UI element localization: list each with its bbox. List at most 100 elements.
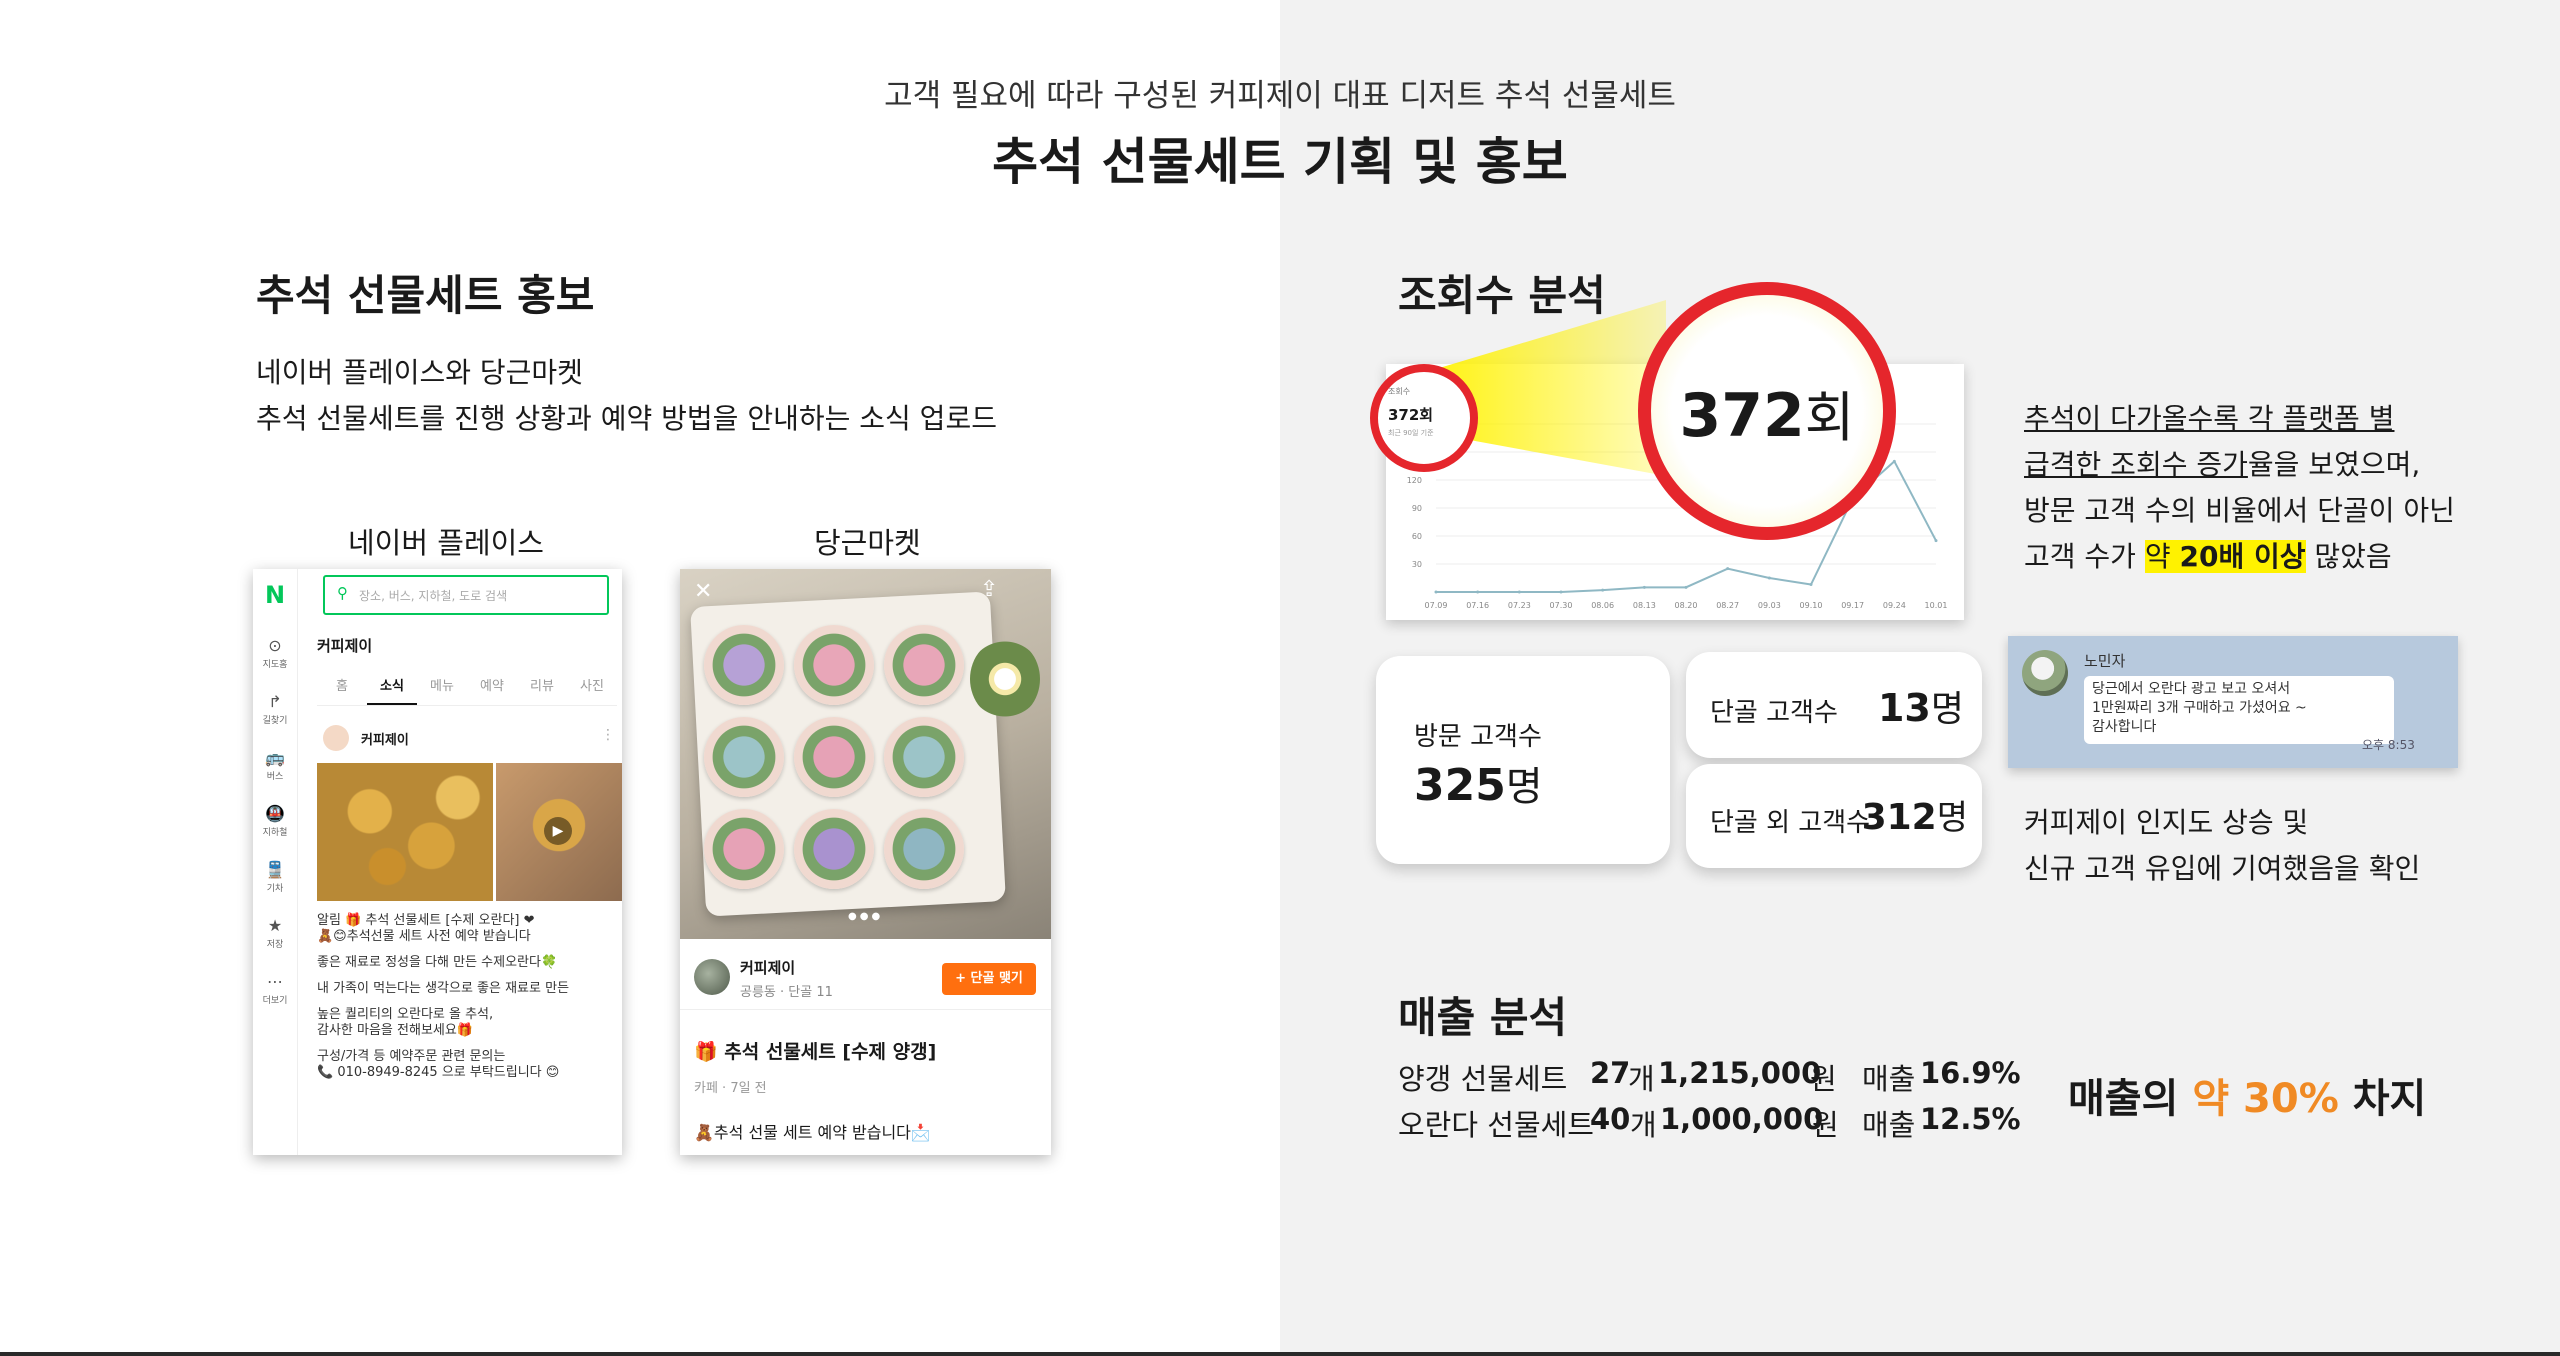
sales-ratio: 16.9% bbox=[1920, 1056, 2021, 1090]
naver-side-item[interactable]: ⊙ 지도홈 bbox=[253, 635, 297, 691]
bottom-border bbox=[0, 1352, 2560, 1356]
close-icon[interactable]: ✕ bbox=[694, 579, 712, 604]
sales-qty-unit: 개 bbox=[1630, 1108, 1657, 1142]
yanggaeng-piece bbox=[794, 809, 874, 889]
more-icon[interactable]: ⋮ bbox=[601, 727, 615, 743]
x-tick-label: 08.13 bbox=[1633, 601, 1656, 610]
confirm-line1: 커피제이 인지도 상승 및 bbox=[2024, 806, 2309, 839]
bus-icon: 🚌 bbox=[265, 748, 285, 767]
mini-views-label: 조회수 bbox=[1388, 387, 1411, 396]
carousel-dots[interactable]: ●●● bbox=[848, 911, 883, 922]
regular-customers-card: 단골 고객수 13명 bbox=[1686, 652, 1982, 758]
sales-ratio-label: 매출 bbox=[1862, 1108, 1916, 1142]
naver-tab[interactable]: 메뉴 bbox=[417, 675, 467, 703]
naver-side-item[interactable]: 🚌 버스 bbox=[253, 747, 297, 803]
naver-search-input[interactable]: 장소, 버스, 지하철, 도로 검색 bbox=[359, 587, 507, 604]
naver-post-line: 높은 퀄리티의 오란다로 올 추석, bbox=[317, 1007, 494, 1022]
play-icon[interactable]: ▶ bbox=[544, 817, 572, 845]
big-views-unit: 회 bbox=[1804, 386, 1855, 449]
views-data-point bbox=[1476, 590, 1480, 594]
naver-side-item[interactable]: 🚆 기차 bbox=[253, 859, 297, 915]
views-data-point bbox=[1559, 590, 1563, 594]
chat-screenshot: 노민자 당근에서 오란다 광고 보고 오셔서 1만원짜리 3개 구매하고 가셨어… bbox=[2008, 636, 2458, 768]
sales-row: 오란다 선물세트 40 개 1,000,000 원 매출 12.5% bbox=[1398, 1102, 2021, 1148]
naver-tab[interactable]: 사진 bbox=[567, 675, 617, 703]
naver-side-item[interactable]: ↱ 길찾기 bbox=[253, 691, 297, 747]
x-tick-label: 07.23 bbox=[1508, 601, 1531, 610]
views-desc-line4-post: 많았음 bbox=[2305, 540, 2392, 573]
naver-post-line: 알림 🎁 추석 선물세트 [수제 오란다] ❤ bbox=[317, 913, 535, 928]
naver-post-line bbox=[317, 997, 617, 1007]
sales-share-post: 차지 bbox=[2338, 1076, 2427, 1122]
daangn-screenshot: ✕ ⇪ ●●● 커피제이 공릉동 · 단골 11 + 단골 맺기 🎁 추석 선물… bbox=[680, 569, 1051, 1155]
daangn-post-title: 🎁 추석 선물세트 [수제 양갱] bbox=[694, 1041, 937, 1063]
regular-readout: 13명 bbox=[1878, 680, 1964, 732]
regular-value: 13 bbox=[1877, 686, 1931, 730]
visit-customers-card: 방문 고객수 325명 bbox=[1376, 656, 1670, 864]
naver-post-line: 구성/가격 등 예약주문 관련 문의는 bbox=[317, 1049, 506, 1064]
follow-button[interactable]: + 단골 맺기 bbox=[942, 963, 1036, 995]
sales-qty: 40 bbox=[1590, 1102, 1631, 1136]
views-desc-highlight: 약 20배 이상 bbox=[2144, 540, 2306, 573]
sales-amount: 1,215,000 bbox=[1658, 1056, 1822, 1090]
search-icon: ⚲ bbox=[337, 584, 348, 602]
x-tick-label: 10.01 bbox=[1925, 601, 1948, 610]
x-tick-label: 09.24 bbox=[1883, 601, 1906, 610]
views-description: 추석이 다가올수록 각 플랫폼 별 급격한 조회수 증가율을 보였으며, 방문 … bbox=[2024, 396, 2524, 580]
naver-side-label: 버스 bbox=[266, 772, 284, 782]
naver-post-line bbox=[317, 945, 617, 955]
views-data-point bbox=[1684, 585, 1688, 589]
chat-message-line1: 당근에서 오란다 광고 보고 오셔서 bbox=[2092, 681, 2291, 697]
daangn-post-body: 🧸추석 선물 세트 예약 받습니다📩 bbox=[694, 1123, 931, 1142]
other-readout: 312명 bbox=[1862, 790, 1968, 839]
naver-side-label: 저장 bbox=[266, 940, 284, 950]
share-icon[interactable]: ⇪ bbox=[980, 577, 998, 602]
daangn-post-meta: 카페 · 7일 전 bbox=[694, 1081, 767, 1096]
promo-desc-line2: 추석 선물세트를 진행 상황과 예약 방법을 안내하는 소식 업로드 bbox=[256, 402, 997, 435]
sales-share-pre: 매출의 bbox=[2068, 1076, 2193, 1122]
naver-search-box[interactable]: ⚲ 장소, 버스, 지하철, 도로 검색 bbox=[323, 575, 609, 615]
views-data-point bbox=[1601, 588, 1605, 592]
avatar bbox=[694, 959, 730, 995]
chat-message-line3: 감사합니다 bbox=[2092, 719, 2157, 735]
naver-tab[interactable]: 예약 bbox=[467, 675, 517, 703]
naver-side-item[interactable]: ⋯ 더보기 bbox=[253, 971, 297, 1027]
sales-amount: 1,000,000 bbox=[1660, 1102, 1824, 1136]
naver-place-screenshot: N ⊙ 지도홈 ↱ 길찾기 🚌 버스 🚇 지하철 🚆 기차 ★ 저장 ⋯ 더보기 ⚲ 장소, 버스, 지하… bbox=[253, 569, 622, 1155]
avatar bbox=[323, 725, 349, 751]
yanggaeng-piece bbox=[884, 809, 964, 889]
naver-side-label: 지도홈 bbox=[262, 660, 288, 670]
y-tick-label: 30 bbox=[1412, 560, 1422, 569]
naver-logo[interactable]: N bbox=[265, 581, 285, 609]
views-desc-emph: 급격한 조회수 증가 bbox=[2024, 448, 2248, 481]
naver-side-item[interactable]: ★ 저장 bbox=[253, 915, 297, 971]
yanggaeng-photo[interactable]: ✕ ⇪ ●●● bbox=[680, 569, 1051, 939]
sales-row: 양갱 선물세트 27 개 1,215,000 원 매출 16.9% bbox=[1398, 1056, 2021, 1102]
x-tick-label: 08.20 bbox=[1675, 601, 1698, 610]
naver-tab[interactable]: 소식 bbox=[367, 675, 417, 705]
x-tick-label: 08.27 bbox=[1716, 601, 1739, 610]
naver-side-menu: ⊙ 지도홈 ↱ 길찾기 🚌 버스 🚇 지하철 🚆 기차 ★ 저장 ⋯ 더보기 bbox=[253, 635, 297, 1027]
other-value: 312 bbox=[1861, 797, 1937, 838]
flower-vase bbox=[970, 639, 1040, 719]
x-tick-label: 07.30 bbox=[1550, 601, 1573, 610]
sales-heading: 매출 분석 bbox=[1398, 993, 1568, 1042]
naver-tab[interactable]: 리뷰 bbox=[517, 675, 567, 703]
sales-share-highlight: 약 30% bbox=[2192, 1076, 2339, 1122]
mini-views-value: 372회 bbox=[1388, 406, 1434, 424]
naver-post-line bbox=[317, 1039, 617, 1049]
promo-desc-line1: 네이버 플레이스와 당근마켓 bbox=[256, 356, 583, 389]
naver-side-item[interactable]: 🚇 지하철 bbox=[253, 803, 297, 859]
oranda-photo-2[interactable]: ▶ bbox=[496, 763, 622, 901]
naver-post-line: 좋은 재료로 정성을 다해 만든 수제오란다🍀 bbox=[317, 955, 558, 970]
yanggaeng-piece bbox=[794, 625, 874, 705]
naver-side-label: 더보기 bbox=[262, 996, 288, 1006]
subway-icon: 🚇 bbox=[265, 804, 285, 823]
train-icon: 🚆 bbox=[265, 860, 285, 879]
regular-label: 단골 고객수 bbox=[1710, 698, 1838, 728]
naver-tab[interactable]: 홈 bbox=[317, 675, 367, 703]
views-desc-line3: 방문 고객 수의 비율에서 단골이 아닌 bbox=[2024, 494, 2455, 527]
oranda-photo-1[interactable] bbox=[317, 763, 493, 901]
x-tick-label: 07.16 bbox=[1466, 601, 1489, 610]
more-icon: ⋯ bbox=[267, 972, 283, 991]
